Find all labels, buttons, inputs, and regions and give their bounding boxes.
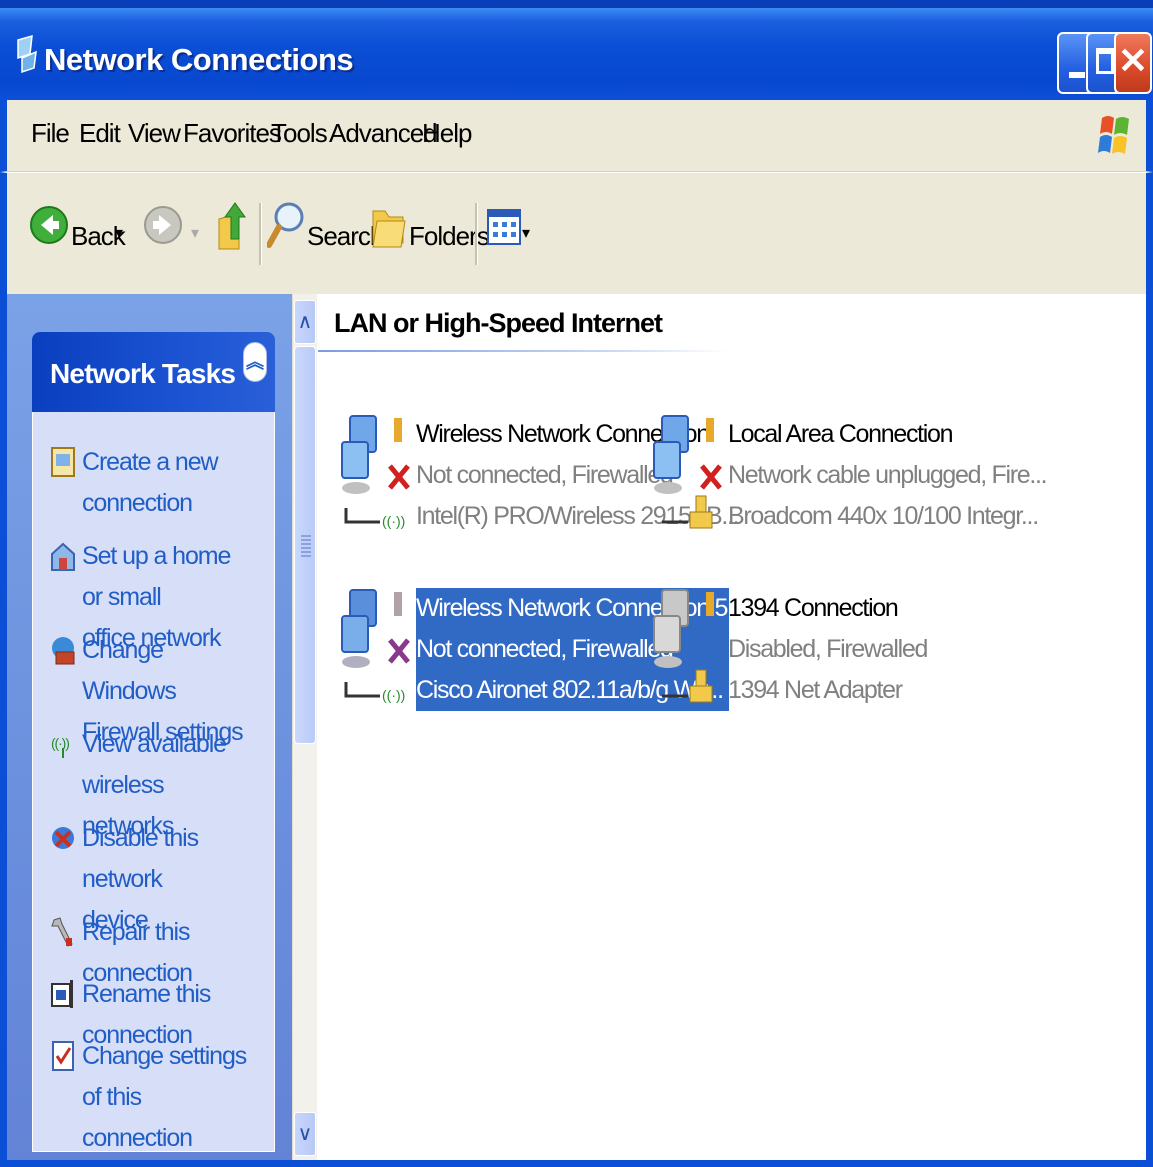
collapse-chevron-icon[interactable]: ︽ xyxy=(243,342,267,382)
title-bar[interactable]: Network Connections ✕ xyxy=(0,0,1153,100)
up-folder-icon[interactable] xyxy=(217,199,249,251)
window-border-right xyxy=(1146,294,1153,1167)
toolbar-separator xyxy=(259,203,262,265)
toolbar-separator xyxy=(475,203,478,265)
rename-icon xyxy=(51,980,73,1008)
connection-label: 1394 Connection Disabled, Firewalled 139… xyxy=(728,594,928,704)
wireless-connection-icon: ((·)) xyxy=(341,589,410,703)
views-dropdown-icon[interactable]: ▾ xyxy=(522,223,530,243)
menu-view[interactable]: View xyxy=(128,118,181,149)
views-icon[interactable] xyxy=(487,209,521,245)
home-network-icon xyxy=(51,542,75,571)
window-border-bottom xyxy=(0,1160,1153,1167)
network-tasks-title: Network Tasks xyxy=(50,358,236,389)
group-title: LAN or High-Speed Internet xyxy=(334,308,663,338)
wireless-connection-icon: ((·)) xyxy=(341,415,410,529)
svg-text:((·)): ((·)) xyxy=(51,735,69,751)
menu-bar: File Edit View Favorites Tools Advanced … xyxy=(0,100,1153,172)
scroll-thumb[interactable] xyxy=(294,346,316,744)
lan-connection-icon xyxy=(653,415,722,529)
close-icon: ✕ xyxy=(1117,40,1149,81)
disabled-connection-icon xyxy=(653,589,714,703)
forward-arrow-icon[interactable] xyxy=(143,203,183,247)
new-connection-icon xyxy=(51,447,75,477)
menu-advanced[interactable]: Advanced xyxy=(329,118,438,149)
toolbar: Back ▾ ▾ Search Folders ▾ xyxy=(0,172,1153,294)
scroll-down-button[interactable]: ∨ xyxy=(294,1112,316,1156)
task-create-new-connection[interactable]: Create a new connection xyxy=(50,442,250,524)
search-icon[interactable] xyxy=(267,199,305,251)
forward-dropdown-icon[interactable]: ▾ xyxy=(191,223,199,243)
svg-text:((·)): ((·)) xyxy=(382,513,405,529)
back-arrow-icon[interactable] xyxy=(29,203,69,247)
folders-icon[interactable] xyxy=(371,203,407,251)
scroll-up-button[interactable]: ∧ xyxy=(294,300,316,344)
menu-favorites[interactable]: Favorites xyxy=(183,118,282,149)
back-dropdown-icon[interactable]: ▾ xyxy=(115,223,123,243)
menu-edit[interactable]: Edit xyxy=(79,118,121,149)
network-connections-icon xyxy=(17,34,37,74)
settings-icon xyxy=(52,1041,74,1071)
menu-tools[interactable]: Tools xyxy=(271,118,328,149)
window-title: Network Connections xyxy=(44,42,354,77)
group-divider xyxy=(318,350,728,352)
disable-network-icon xyxy=(52,827,74,849)
task-change-settings[interactable]: Change settings of this connection xyxy=(50,1036,250,1159)
firewall-icon xyxy=(52,637,75,665)
svg-text:((·)): ((·)) xyxy=(382,687,405,703)
close-button[interactable]: ✕ xyxy=(1114,32,1152,94)
network-tasks-header[interactable]: Network Tasks ︽ xyxy=(32,332,275,412)
wireless-icon: ((·)) xyxy=(51,735,70,758)
menu-help[interactable]: Help xyxy=(422,118,472,149)
repair-icon xyxy=(51,917,73,947)
windows-logo-icon xyxy=(1098,116,1129,154)
connection-label: Local Area Connection Network cable unpl… xyxy=(728,420,1048,530)
menu-file[interactable]: File xyxy=(31,118,70,149)
